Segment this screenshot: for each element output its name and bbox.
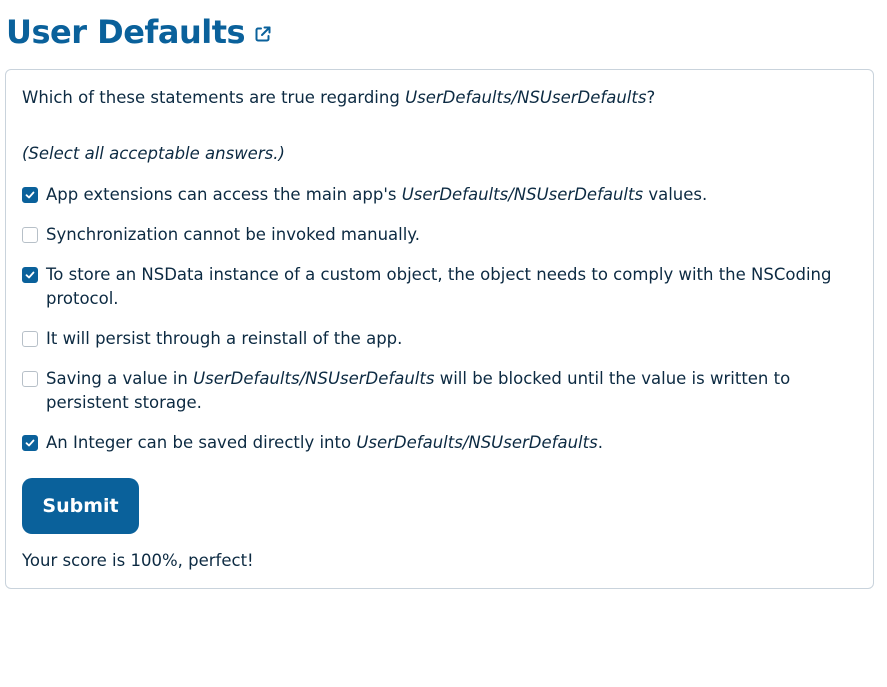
quiz-card: Which of these statements are true regar…	[5, 69, 874, 589]
answer-label: To store an NSData instance of a custom …	[46, 265, 832, 308]
submit-button[interactable]: Submit	[22, 478, 139, 534]
answer-label-prefix: An Integer can be saved directly into	[46, 433, 357, 452]
question-text: Which of these statements are true regar…	[22, 87, 655, 109]
answer-label-suffix: .	[597, 433, 603, 452]
answer-option[interactable]: Synchronization cannot be invoked manual…	[22, 223, 842, 247]
answer-checkbox[interactable]	[22, 187, 38, 203]
answer-option[interactable]: To store an NSData instance of a custom …	[22, 263, 842, 311]
answer-label: Saving a value in UserDefaults/NSUserDef…	[22, 367, 842, 415]
answer-label: It will persist through a reinstall of t…	[46, 329, 403, 348]
answer-label-term: UserDefaults/NSUserDefaults	[193, 369, 435, 388]
answer-checkbox[interactable]	[22, 227, 38, 243]
answer-label: Synchronization cannot be invoked manual…	[46, 225, 420, 244]
answer-label-prefix: Saving a value in	[46, 369, 194, 388]
answer-label-term: UserDefaults/NSUserDefaults	[356, 433, 598, 452]
question-suffix: ?	[646, 88, 656, 107]
score-text: Your score is 100%, perfect!	[22, 551, 254, 570]
answer-hint: (Select all acceptable answers.)	[22, 144, 285, 163]
question-prefix: Which of these statements are true regar…	[22, 88, 406, 107]
answer-label-term: UserDefaults/NSUserDefaults	[401, 185, 644, 204]
answer-option[interactable]: App extensions can access the main app's…	[22, 183, 842, 207]
title-row: User Defaults	[6, 10, 273, 54]
external-link-icon[interactable]	[253, 24, 273, 44]
answer-option[interactable]: It will persist through a reinstall of t…	[22, 327, 842, 351]
answer-label-prefix: App extensions can access the main app's	[46, 185, 402, 204]
answer-checkbox[interactable]	[22, 371, 38, 387]
answer-checkbox[interactable]	[22, 331, 38, 347]
question-term: UserDefaults/NSUserDefaults	[405, 88, 647, 107]
answer-checkbox[interactable]	[22, 267, 38, 283]
answer-checkbox[interactable]	[22, 435, 38, 451]
answer-label: An Integer can be saved directly into Us…	[22, 431, 842, 455]
answer-option[interactable]: An Integer can be saved directly into Us…	[22, 431, 842, 455]
answer-option[interactable]: Saving a value in UserDefaults/NSUserDef…	[22, 367, 842, 415]
answer-label: App extensions can access the main app's…	[22, 183, 842, 207]
answer-label-suffix: values.	[643, 185, 708, 204]
page-title: User Defaults	[6, 13, 246, 51]
